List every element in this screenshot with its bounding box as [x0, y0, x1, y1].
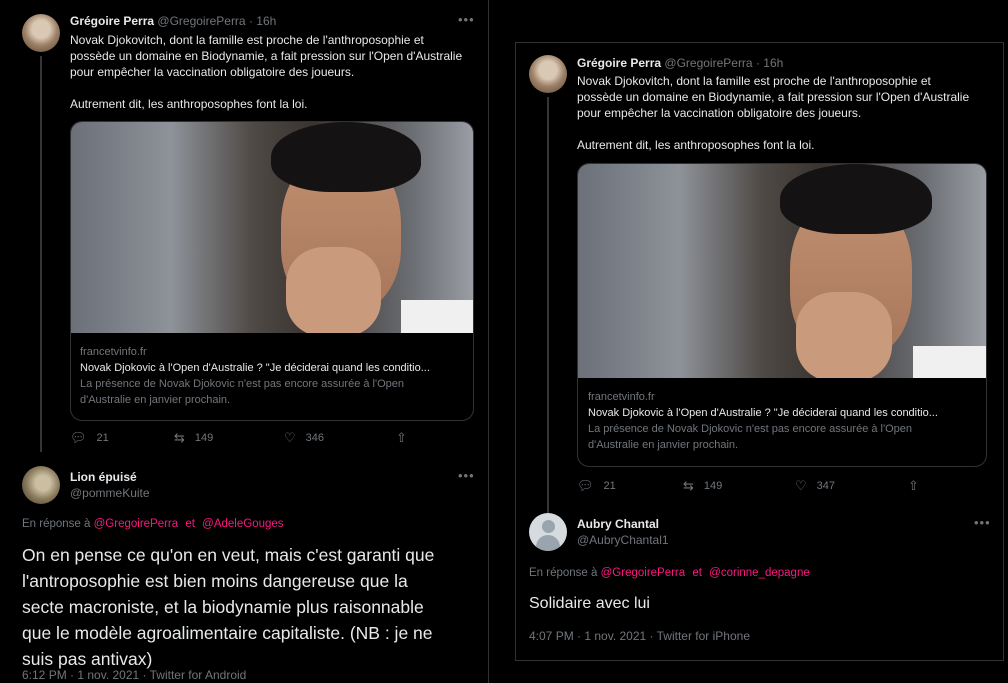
reply-text: On en pense ce qu'on en veut, mais c'est… [22, 542, 482, 672]
author-handle[interactable]: @AubryChantal1 [577, 532, 669, 548]
author-handle[interactable]: @pommeKuite [70, 485, 150, 501]
share-action[interactable]: ⇧ [396, 430, 407, 446]
reply-action[interactable]: 💬︎ 21 [577, 478, 616, 494]
replying-prefix: En réponse à [529, 567, 598, 579]
card-image [71, 122, 473, 333]
avatar-default[interactable] [529, 513, 567, 551]
tweet-text-line: Autrement dit, les anthroposophes font l… [70, 97, 308, 111]
tweet-text-line: Novak Djokovitch, dont la famille est pr… [70, 33, 424, 47]
card-description: La présence de Novak Djokovic n'est pas … [80, 378, 404, 390]
card-description: La présence de Novak Djokovic n'est pas … [588, 423, 912, 435]
tweet-header: Grégoire Perra @GregoirePerra · 16h [577, 56, 783, 71]
author-name[interactable]: Grégoire Perra [577, 56, 661, 70]
author-name[interactable]: Lion épuisé [70, 469, 150, 485]
tweet-text-line: Novak Djokovitch, dont la famille est pr… [577, 74, 931, 88]
avatar-gregoire[interactable] [22, 14, 60, 52]
reply-text: Solidaire avec lui [529, 595, 650, 612]
replying-prefix: En réponse à [22, 518, 91, 530]
mention-link[interactable]: @corinne_depagne [709, 567, 810, 579]
retweet-count: 149 [194, 432, 214, 444]
author-name[interactable]: Aubry Chantal [577, 516, 669, 532]
card-meta: francetvinfo.fr Novak Djokovic à l'Open … [80, 344, 464, 408]
like-action[interactable]: ♡ 347 [795, 478, 835, 494]
left-screenshot-panel: Grégoire Perra @GregoirePerra · 16h ••• … [0, 0, 489, 683]
more-icon[interactable]: ••• [458, 12, 475, 27]
tweet-text-line: Autrement dit, les anthroposophes font l… [577, 138, 815, 152]
reply-text-line: que le modèle agroalimentaire capitalist… [22, 623, 433, 643]
heart-icon: ♡ [795, 478, 807, 493]
like-count: 346 [305, 432, 325, 444]
share-icon: ⇧ [908, 478, 919, 493]
mention-and: et [185, 518, 195, 530]
like-action[interactable]: ♡ 346 [284, 430, 324, 446]
tweet-text: Novak Djokovitch, dont la famille est pr… [70, 32, 480, 112]
share-icon: ⇧ [396, 430, 407, 445]
author-handle[interactable]: @GregoirePerra [664, 56, 752, 70]
share-action[interactable]: ⇧ [908, 478, 919, 494]
avatar-gregoire[interactable] [529, 55, 567, 93]
card-title: Novak Djokovic à l'Open d'Australie ? "J… [80, 362, 430, 374]
separator: · [248, 14, 253, 28]
card-domain: francetvinfo.fr [588, 391, 655, 403]
tweet-text-line: pour empêcher la vaccination obligatoire… [577, 106, 862, 120]
link-card[interactable]: francetvinfo.fr Novak Djokovic à l'Open … [577, 163, 987, 467]
author-handle[interactable]: @GregoirePerra [157, 14, 245, 28]
reply-text-line: l'antroposophie est bien moins dangereus… [22, 571, 408, 591]
reply-text-line: secte macroniste, et la biodynamie plus … [22, 597, 424, 617]
tweet-time[interactable]: 16h [256, 14, 276, 28]
card-meta: francetvinfo.fr Novak Djokovic à l'Open … [588, 389, 978, 453]
reply-text-line: On en pense ce qu'on en veut, mais c'est… [22, 545, 435, 565]
reply-count: 21 [603, 480, 616, 492]
more-icon[interactable]: ••• [974, 515, 991, 530]
card-title: Novak Djokovic à l'Open d'Australie ? "J… [588, 407, 938, 419]
card-description: d'Australie en janvier prochain. [588, 439, 739, 451]
card-description: d'Australie en janvier prochain. [80, 394, 231, 406]
retweet-action[interactable]: ⇆ 149 [683, 478, 722, 494]
tweet-time[interactable]: 16h [763, 56, 783, 70]
tweet-actions: 💬︎ 21 ⇆ 149 ♡ 346 ⇧ [70, 430, 472, 446]
replying-to: En réponse à @GregoirePerra et @corinne_… [529, 567, 810, 579]
reply-icon: 💬︎ [70, 430, 87, 445]
mention-link[interactable]: @GregoirePerra [94, 518, 179, 530]
retweet-count: 149 [703, 480, 723, 492]
right-screenshot-panel: Grégoire Perra @GregoirePerra · 16h Nova… [515, 42, 1004, 661]
tweet-actions: 💬︎ 21 ⇆ 149 ♡ 347 ⇧ [577, 478, 985, 494]
tweet-text-line: possède un domaine en Biodynamie, a fait… [577, 90, 970, 104]
more-icon[interactable]: ••• [458, 468, 475, 483]
reply-count: 21 [96, 432, 109, 444]
mention-and: et [692, 567, 702, 579]
card-image [578, 164, 986, 378]
replying-to: En réponse à @GregoirePerra et @AdeleGou… [22, 518, 284, 530]
reply-footer: 6:12 PM · 1 nov. 2021 · Twitter for Andr… [22, 668, 247, 682]
thread-line [547, 97, 549, 513]
link-card[interactable]: francetvinfo.fr Novak Djokovic à l'Open … [70, 121, 474, 421]
reply-header: Lion épuisé @pommeKuite [70, 469, 150, 501]
tweet-text-line: possède un domaine en Biodynamie, a fait… [70, 49, 463, 63]
card-domain: francetvinfo.fr [80, 346, 147, 358]
retweet-icon: ⇆ [683, 478, 694, 493]
reply-footer: 4:07 PM · 1 nov. 2021 · Twitter for iPho… [529, 629, 751, 643]
mention-link[interactable]: @AdeleGouges [202, 518, 283, 530]
tweet-text-line: pour empêcher la vaccination obligatoire… [70, 65, 355, 79]
like-count: 347 [816, 480, 836, 492]
heart-icon: ♡ [284, 430, 296, 445]
author-name[interactable]: Grégoire Perra [70, 14, 154, 28]
separator: · [755, 56, 760, 70]
reply-header: Aubry Chantal @AubryChantal1 [577, 516, 669, 548]
retweet-icon: ⇆ [174, 430, 185, 445]
retweet-action[interactable]: ⇆ 149 [174, 430, 213, 446]
reply-icon: 💬︎ [577, 478, 594, 493]
avatar-lion[interactable] [22, 466, 60, 504]
mention-link[interactable]: @GregoirePerra [601, 567, 686, 579]
tweet-header: Grégoire Perra @GregoirePerra · 16h [70, 14, 276, 29]
thread-line [40, 56, 42, 452]
reply-action[interactable]: 💬︎ 21 [70, 430, 109, 446]
tweet-text: Novak Djokovitch, dont la famille est pr… [577, 73, 992, 153]
